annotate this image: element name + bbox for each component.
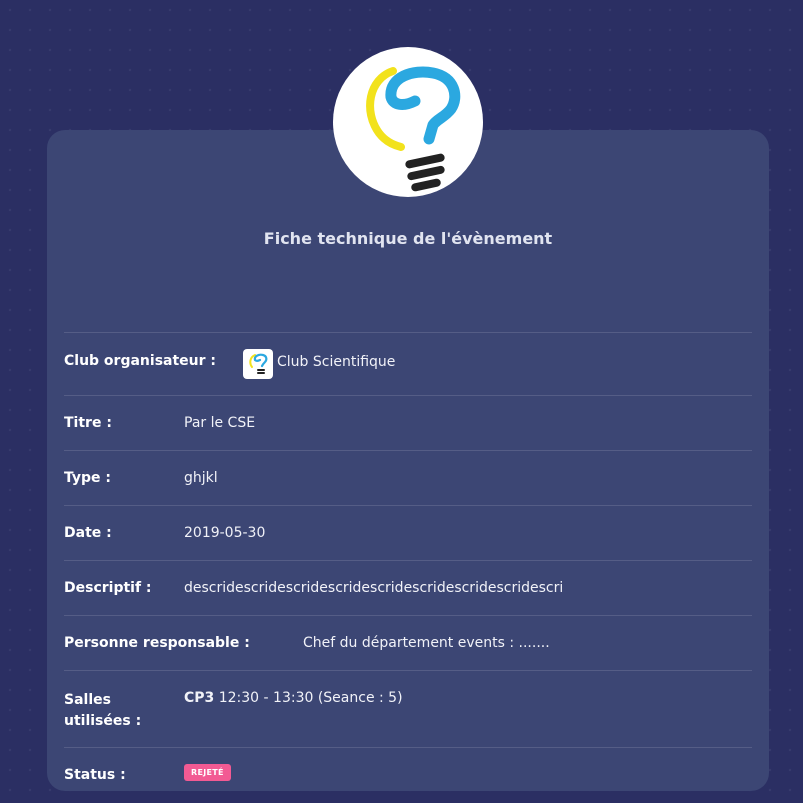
field-label-club: Club organisateur : xyxy=(64,353,217,369)
field-label-salles: Salles utilisées : xyxy=(64,690,141,732)
field-label-salles-line2: utilisées : xyxy=(64,713,142,729)
field-value-date: 2019-05-30 xyxy=(184,525,266,541)
field-label-salles-line1: Salles xyxy=(64,692,111,708)
room-code: CP3 xyxy=(184,690,215,706)
club-logo xyxy=(333,47,483,197)
field-value-descriptif: descridescridescridescridescridescridesc… xyxy=(184,580,564,596)
field-row-club: Club organisateur : Club Scientifique xyxy=(64,332,752,396)
field-value-type: ghjkl xyxy=(184,470,218,486)
field-row-date: Date : 2019-05-30 xyxy=(64,505,752,561)
field-value-salles: CP3 12:30 - 13:30 (Seance : 5) xyxy=(184,690,403,706)
lightbulb-logo-icon xyxy=(366,66,461,192)
room-details: 12:30 - 13:30 (Seance : 5) xyxy=(218,690,403,706)
field-label-descriptif: Descriptif : xyxy=(64,580,152,596)
field-value-club[interactable]: Club Scientifique xyxy=(277,354,395,370)
field-row-titre: Titre : Par le CSE xyxy=(64,395,752,451)
event-card: Fiche technique de l'évènement Club orga… xyxy=(47,130,769,791)
field-label-titre: Titre : xyxy=(64,415,112,431)
field-value-responsable: Chef du département events : ....... xyxy=(303,635,550,651)
field-value-titre: Par le CSE xyxy=(184,415,256,431)
field-row-type: Type : ghjkl xyxy=(64,450,752,506)
status-badge: REJETÉ xyxy=(184,764,231,781)
club-logo-icon xyxy=(243,349,273,379)
page-title: Fiche technique de l'évènement xyxy=(263,229,553,248)
field-row-salles: Salles utilisées : CP3 12:30 - 13:30 (Se… xyxy=(64,670,752,748)
field-row-descriptif: Descriptif : descridescridescridescrides… xyxy=(64,560,752,616)
field-label-responsable: Personne responsable : xyxy=(64,635,250,651)
field-row-status: Status : REJETÉ xyxy=(64,747,752,792)
field-label-type: Type : xyxy=(64,470,112,486)
field-row-responsable: Personne responsable : Chef du départeme… xyxy=(64,615,752,671)
field-label-date: Date : xyxy=(64,525,112,541)
field-label-status: Status : xyxy=(64,767,126,783)
